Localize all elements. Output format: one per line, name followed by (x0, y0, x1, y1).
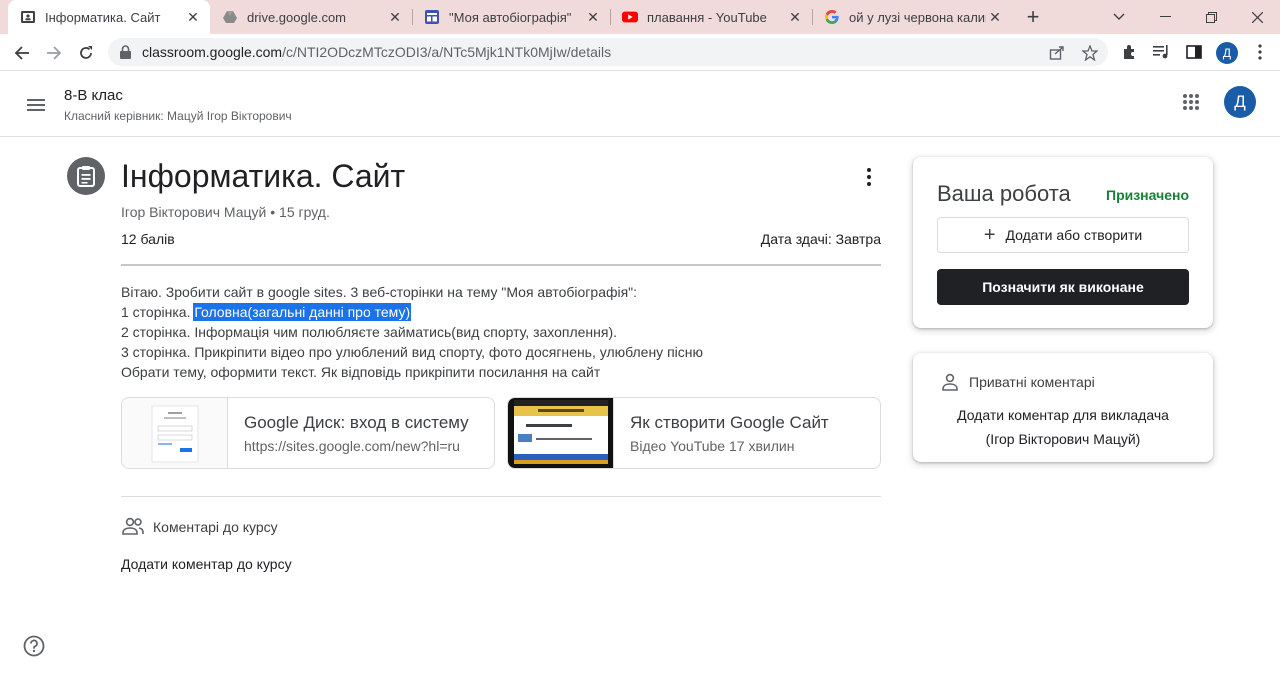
private-comments-card: Приватні коментарі Додати коментар для в… (913, 353, 1213, 462)
link-thumbnail (122, 398, 228, 468)
assignment-icon (67, 157, 105, 195)
more-options-icon[interactable] (858, 165, 880, 189)
close-tab-icon[interactable]: ✕ (584, 9, 602, 26)
browser-profile-avatar[interactable]: Д (1216, 42, 1238, 64)
description-line: Вітаю. Зробити сайт в google sites. 3 ве… (121, 284, 638, 300)
description-line: 1 сторінка. Головна(загальні данні про т… (121, 303, 412, 321)
add-or-create-button[interactable]: + Додати або створити (937, 217, 1189, 253)
divider (121, 264, 881, 266)
close-tab-icon[interactable]: ✕ (184, 9, 202, 26)
person-icon (942, 373, 958, 391)
assignment-description: Вітаю. Зробити сайт в google sites. 3 ве… (121, 282, 881, 382)
bookmark-star-icon[interactable] (1081, 44, 1099, 62)
url-text: classroom.google.com/c/NTI2ODczMTczODI3/… (142, 44, 612, 60)
tab-google-search[interactable]: ой у лузі червона калина ✕ (812, 0, 1012, 34)
add-private-comment-line: Додати коментар для викладача (957, 407, 1169, 423)
your-work-title: Ваша робота (937, 181, 1071, 206)
side-panel-icon[interactable] (1184, 42, 1204, 62)
share-icon[interactable] (1048, 44, 1066, 62)
google-apps-icon[interactable] (1182, 93, 1202, 113)
assignment-due-date: Дата здачі: Завтра (760, 231, 881, 247)
assignment-points: 12 балів (121, 231, 175, 247)
people-icon (121, 516, 145, 538)
assignment-author-date: Ігор Вікторович Мацуй • 15 груд. (121, 204, 330, 220)
minimize-button[interactable] (1142, 0, 1188, 34)
status-badge: Призначено (1106, 187, 1189, 203)
youtube-icon (622, 9, 638, 25)
google-icon (824, 9, 840, 25)
new-tab-button[interactable]: + (1020, 4, 1046, 30)
browser-tabstrip: Інформатика. Сайт ✕ drive.google.com ✕ "… (0, 0, 1280, 34)
classroom-icon (20, 9, 36, 25)
attachment-video-meta: Відео YouTube 17 хвилин (630, 438, 795, 454)
class-teacher: Класний керівник: Мацуй Ігор Вікторович (64, 109, 292, 123)
close-window-button[interactable] (1234, 0, 1280, 34)
browser-toolbar: classroom.google.com/c/NTI2ODczMTczODI3/… (0, 34, 1280, 71)
media-control-icon[interactable] (1152, 42, 1172, 62)
tab-title: ой у лузі червона калина (849, 9, 986, 25)
divider (121, 496, 881, 497)
class-name[interactable]: 8-В клас (64, 87, 123, 104)
sites-icon (424, 9, 440, 25)
address-bar[interactable]: classroom.google.com/c/NTI2ODczMTczODI3/… (108, 38, 1108, 66)
account-avatar[interactable]: Д (1224, 86, 1256, 118)
tab-title: "Моя автобіографія" (449, 9, 572, 25)
description-line: 3 сторінка. Прикріпити відео про улюблен… (121, 344, 703, 360)
tab-search-icon[interactable] (1096, 0, 1142, 34)
tab-title: Інформатика. Сайт (45, 9, 161, 25)
hamburger-menu-icon[interactable] (24, 93, 48, 117)
close-tab-icon[interactable]: ✕ (386, 9, 404, 26)
tab-title: плавання - YouTube (647, 9, 767, 25)
tab-sites[interactable]: "Моя автобіографія" ✕ (412, 0, 610, 34)
browser-menu-icon[interactable] (1250, 42, 1270, 62)
attachment-title: Як створити Google Сайт (630, 413, 829, 432)
reload-button[interactable] (74, 41, 98, 65)
attachment-link-card[interactable]: Google Диск: вход в систему https://site… (121, 397, 495, 469)
tab-title: drive.google.com (247, 9, 346, 25)
back-button[interactable] (10, 41, 34, 65)
selected-text: Головна(загальні данні про тему) (193, 303, 412, 321)
add-class-comment-link[interactable]: Додати коментар до курсу (121, 556, 292, 572)
video-thumbnail (508, 398, 614, 468)
extensions-icon[interactable] (1120, 42, 1140, 62)
tab-drive[interactable]: drive.google.com ✕ (210, 0, 412, 34)
class-comments-label: Коментарі до курсу (153, 519, 278, 535)
add-private-comment-link[interactable]: Додати коментар для викладача (Ігор Вікт… (913, 403, 1213, 451)
close-tab-icon[interactable]: ✕ (986, 9, 1004, 26)
classroom-header: 8-В клас Класний керівник: Мацуй Ігор Ві… (0, 71, 1280, 137)
mark-as-done-button[interactable]: Позначити як виконане (937, 269, 1189, 305)
add-or-create-label: Додати або створити (1005, 227, 1143, 243)
add-private-comment-teacher: (Ігор Вікторович Мацуй) (985, 431, 1141, 447)
private-comments-header: Приватні коментарі (941, 373, 1095, 391)
description-line: 2 сторінка. Інформація чим полюбляєте за… (121, 324, 618, 340)
drive-icon (222, 9, 238, 25)
tab-youtube[interactable]: плавання - YouTube ✕ (610, 0, 812, 34)
private-comments-label: Приватні коментарі (969, 374, 1095, 390)
lock-icon[interactable] (120, 45, 131, 64)
plus-icon: + (983, 223, 996, 246)
your-work-card: Ваша робота Призначено + Додати або ство… (913, 157, 1213, 328)
description-line: Обрати тему, оформити текст. Як відповід… (121, 364, 601, 380)
tab-classroom[interactable]: Інформатика. Сайт ✕ (8, 0, 210, 34)
help-icon[interactable] (23, 635, 45, 657)
attachment-title: Google Диск: вход в систему (244, 413, 469, 432)
attachment-url: https://sites.google.com/new?hl=ru (244, 438, 460, 454)
restore-button[interactable] (1188, 0, 1234, 34)
assignment-title: Інформатика. Сайт (121, 158, 406, 194)
forward-button[interactable] (42, 41, 66, 65)
attachment-video-card[interactable]: Як створити Google Сайт Відео YouTube 17… (507, 397, 881, 469)
close-tab-icon[interactable]: ✕ (786, 9, 804, 26)
